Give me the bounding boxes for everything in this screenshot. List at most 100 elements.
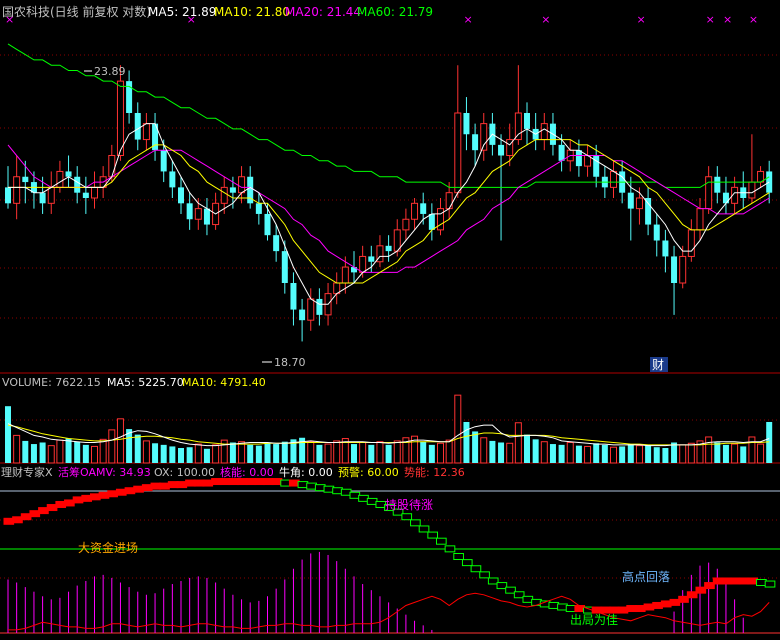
volume-bar <box>662 448 669 463</box>
candle-body <box>437 208 444 231</box>
volume-bar <box>445 439 453 464</box>
volume-bar <box>705 436 713 464</box>
candle-body <box>368 256 375 262</box>
candle-body <box>56 170 64 188</box>
candle-body <box>74 176 81 193</box>
volume-bar <box>238 441 246 464</box>
ma60-label: MA60: 21.79 <box>357 5 433 19</box>
volume-bar <box>584 445 592 464</box>
volume-bar <box>169 446 176 463</box>
candle-body <box>662 240 669 257</box>
oamv-step <box>479 571 490 579</box>
hn-label: 核能: 0.00 <box>220 465 274 479</box>
volume-bar <box>714 442 721 463</box>
volume-bar <box>420 441 427 463</box>
volume-bar <box>333 440 341 464</box>
oamv-step <box>764 580 776 588</box>
volume-bar <box>506 442 514 464</box>
x-marker: × <box>541 13 550 26</box>
candle-body <box>714 176 721 193</box>
oamv-step <box>453 553 464 560</box>
candle-body <box>341 266 349 284</box>
candle-body <box>653 224 660 241</box>
candle-body <box>22 176 29 183</box>
volume-bar <box>160 444 167 463</box>
volume-bar <box>653 447 660 463</box>
finance-badge-label[interactable]: 财 <box>652 358 664 372</box>
volume-bar <box>558 444 565 463</box>
oamv-step <box>444 545 456 553</box>
volume-bar <box>593 443 600 463</box>
volume-bar <box>480 437 488 464</box>
candle-body <box>524 113 530 129</box>
candle-body <box>169 171 176 188</box>
candle-body <box>264 213 271 236</box>
volume-bar <box>307 441 315 464</box>
candle-body <box>255 203 262 214</box>
ma5-label: MA5: 21.89 <box>148 5 216 19</box>
volume-bar <box>627 444 634 463</box>
low-price-label: 18.70 <box>274 356 306 369</box>
candle-body <box>454 112 462 194</box>
volume-bar <box>766 421 773 463</box>
sn-label: 势能: 12.36 <box>404 465 465 479</box>
candle-body <box>687 229 695 257</box>
candle-body <box>445 192 453 210</box>
oamv-step <box>461 559 473 567</box>
volume-bar <box>731 443 739 464</box>
volume-bar <box>142 440 150 464</box>
indicator-header: 理财专家X 活筹OAMV: 34.93 OX: 100.00 核能: 0.00 … <box>1 465 465 479</box>
candle-body <box>47 186 55 204</box>
indicator-name: 理财专家X <box>1 465 53 479</box>
x-marker: × <box>749 13 758 26</box>
ma10-label: MA10: 21.80 <box>214 5 290 19</box>
volume-bar <box>454 394 462 464</box>
volume-bar <box>22 440 29 463</box>
volume-bar <box>687 442 695 464</box>
oamv-step <box>427 531 439 539</box>
candle-body <box>575 150 582 167</box>
volume-bar <box>281 441 288 463</box>
x-marker: × <box>706 13 715 26</box>
oamv-step <box>401 513 413 521</box>
volume-bar <box>368 444 375 463</box>
candle-body <box>540 123 548 141</box>
volume-bar <box>514 422 522 464</box>
candle-body <box>645 198 652 225</box>
candle-body <box>220 186 228 204</box>
candle-body <box>610 170 617 188</box>
hold-signal-label: 持股待涨 <box>385 497 433 512</box>
candle-body <box>142 123 150 141</box>
candle-body <box>316 298 323 315</box>
candle-body <box>108 155 116 178</box>
candle-body <box>593 155 600 177</box>
volume-bar <box>498 442 505 463</box>
volume-bar <box>65 438 72 463</box>
volume-bar <box>178 448 184 463</box>
candle-body <box>696 208 704 231</box>
candle-body <box>385 245 392 252</box>
volume-bar <box>247 444 254 463</box>
volume-bar <box>463 421 470 463</box>
volume-bar <box>376 441 384 464</box>
candle-body <box>671 256 678 283</box>
candle-body <box>203 208 210 225</box>
price-panel <box>5 43 773 342</box>
volume-bar <box>30 444 37 463</box>
volume-bar <box>489 440 496 463</box>
volume-header: VOLUME: 7622.15 MA5: 5225.70 MA10: 4791.… <box>2 376 266 389</box>
ox-label: OX: 100.00 <box>154 466 215 479</box>
candle-body <box>116 80 124 156</box>
candle-body <box>91 186 98 199</box>
volume-bar <box>679 444 687 464</box>
volume-bar <box>351 444 357 463</box>
volume-bar <box>212 444 220 464</box>
x-marker: × <box>636 13 645 26</box>
volume-bar <box>82 444 89 463</box>
big-fund-label: 大资金进场 <box>78 540 138 555</box>
volume-bar <box>324 443 332 464</box>
volume-bar <box>575 445 582 463</box>
volume-label: VOLUME: 7622.15 <box>2 376 101 389</box>
volume-bar <box>601 444 608 463</box>
oamv-step <box>436 537 447 545</box>
